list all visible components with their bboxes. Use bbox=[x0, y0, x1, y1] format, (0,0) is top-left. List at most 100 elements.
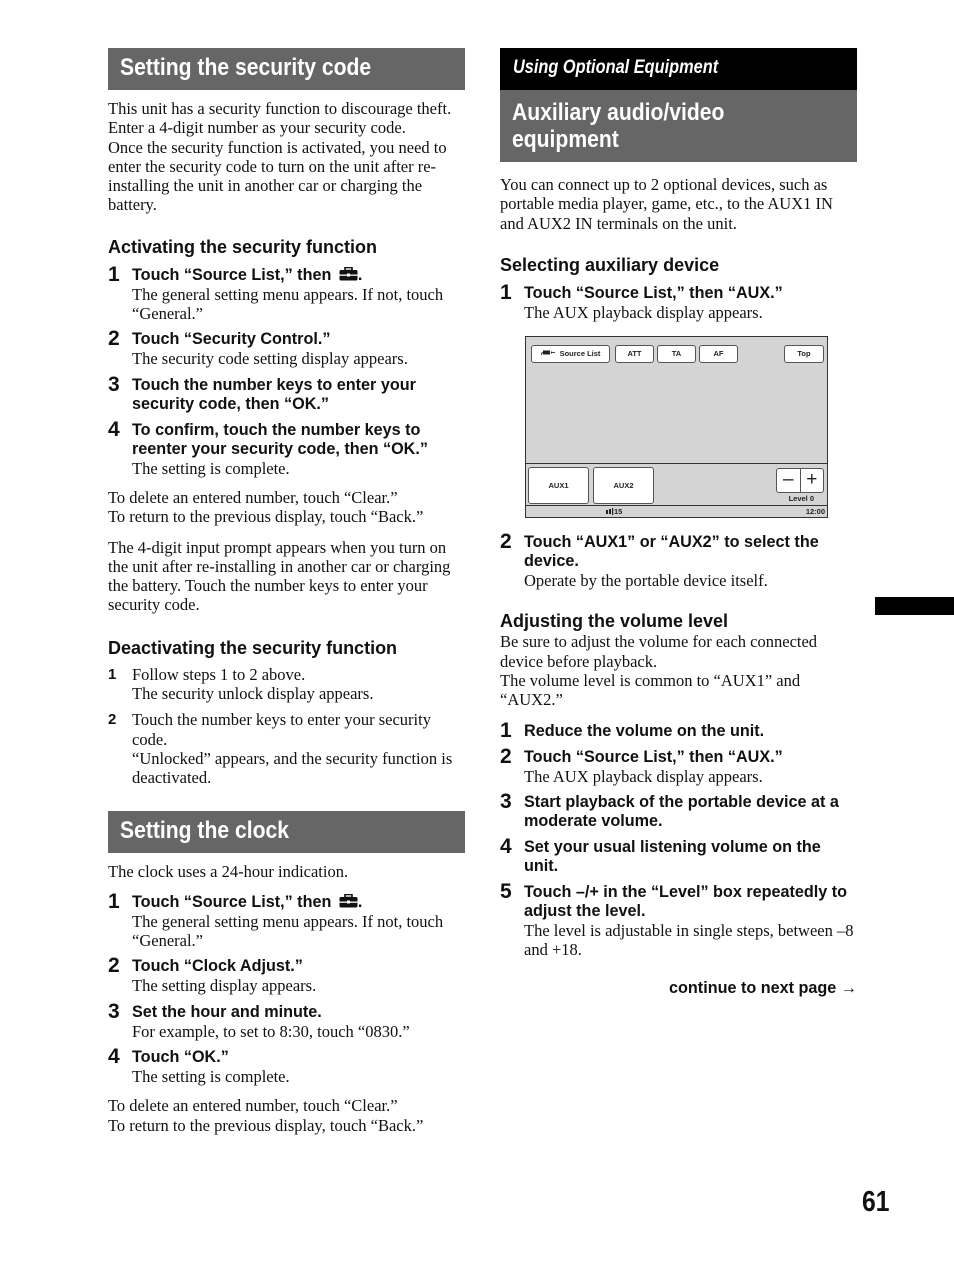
level-minus-button[interactable]: – bbox=[777, 469, 800, 492]
level-plus-button[interactable]: + bbox=[799, 469, 824, 493]
volume-indicator: 15 bbox=[606, 506, 622, 518]
activating-step-3: 3 Touch the number keys to enter your se… bbox=[108, 372, 465, 414]
step-number: 3 bbox=[108, 372, 120, 396]
af-button[interactable]: AF bbox=[699, 345, 738, 364]
step-title: Touch –/+ in the “Level” box repeatedly … bbox=[524, 882, 848, 920]
step-title: Touch “Clock Adjust.” bbox=[132, 957, 303, 976]
ta-button[interactable]: TA bbox=[657, 345, 696, 364]
continue-to-next-page: continue to next page → bbox=[669, 978, 857, 997]
deactivating-heading: Deactivating the security function bbox=[108, 637, 398, 658]
deactivating-step-2: 2 Touch the number keys to enter your se… bbox=[108, 710, 465, 787]
step-number: 1 bbox=[108, 262, 120, 286]
clock-intro: The clock uses a 24-hour indication. bbox=[108, 861, 349, 881]
step-desc: “Unlocked” appears, and the security fun… bbox=[132, 748, 453, 788]
activating-heading: Activating the security function bbox=[108, 236, 378, 257]
step-title: Touch the number keys to enter your secu… bbox=[132, 375, 416, 413]
security-note-clear: To delete an entered number, touch “Clea… bbox=[108, 487, 398, 507]
clock-readout: 12:00 bbox=[805, 507, 825, 517]
step-desc: The setting is complete. bbox=[132, 458, 290, 478]
toolbox-icon bbox=[339, 893, 358, 908]
source-list-icon bbox=[540, 346, 557, 362]
left-column: Setting the security code This unit has … bbox=[108, 48, 465, 1135]
clock-note-back: To return to the previous display, touch… bbox=[108, 1115, 424, 1135]
step-number: 2 bbox=[108, 711, 117, 729]
activating-step-1: 1 Touch “Source List,” then . The genera… bbox=[108, 262, 465, 324]
step-title-text: Touch “Source List,” then bbox=[132, 892, 336, 911]
volume-step-3: 3 Start playback of the portable device … bbox=[500, 790, 857, 831]
step-title: Follow steps 1 to 2 above. bbox=[132, 664, 306, 684]
step-title-end: . bbox=[357, 265, 363, 284]
toolbox-icon bbox=[339, 266, 358, 281]
step-title: To confirm, touch the number keys to ree… bbox=[132, 420, 428, 458]
step-desc: The security unlock display appears. bbox=[132, 684, 374, 704]
aux-banner-line-2: equipment bbox=[512, 126, 619, 153]
selecting-step-2: 2 Touch “AUX1” or “AUX2” to select the d… bbox=[500, 530, 857, 591]
step-number: 1 bbox=[108, 665, 117, 683]
volume-step-2: 2 Touch “Source List,” then “AUX.” The A… bbox=[500, 745, 857, 786]
step-title: Touch “Security Control.” bbox=[132, 330, 331, 349]
activating-step-4: 4 To confirm, touch the number keys to r… bbox=[108, 418, 465, 478]
step-number: 3 bbox=[108, 999, 120, 1023]
step-number: 1 bbox=[500, 280, 512, 304]
chapter-banner: Using Optional Equipment bbox=[500, 48, 857, 90]
step-title: Touch “Source List,” then “AUX.” bbox=[524, 747, 783, 766]
step-desc: The level is adjustable in single steps,… bbox=[524, 920, 854, 960]
section-thumb-tab bbox=[875, 597, 954, 615]
selecting-heading: Selecting auxiliary device bbox=[500, 254, 720, 275]
step-title: Touch “Source List,” then . bbox=[132, 266, 465, 285]
step-number: 5 bbox=[500, 879, 512, 903]
step-title: Touch the number keys to enter your secu… bbox=[132, 710, 431, 749]
clock-section-banner: Setting the clock bbox=[108, 810, 465, 853]
aux2-button[interactable]: AUX2 bbox=[593, 467, 654, 505]
step-title-end: . bbox=[357, 892, 363, 911]
volume-value: 15 bbox=[614, 507, 623, 517]
volume-step-1: 1 Reduce the volume on the unit. bbox=[500, 718, 857, 742]
step-desc: The setting display appears. bbox=[132, 976, 317, 996]
volume-step-5: 5 Touch –/+ in the “Level” box repeatedl… bbox=[500, 879, 857, 960]
step-number: 4 bbox=[500, 834, 512, 858]
top-button[interactable]: Top bbox=[784, 345, 824, 364]
screen-divider bbox=[526, 463, 827, 465]
security-intro-1: This unit has a security function to dis… bbox=[108, 99, 452, 138]
step-title: Touch “Source List,” then “AUX.” bbox=[524, 283, 783, 302]
aux-playback-screen: Source List ATT TA AF Top AUX1 AUX2 – + … bbox=[525, 336, 828, 519]
status-bar: 15 12:00 bbox=[526, 506, 827, 517]
right-column: Using Optional Equipment Auxiliary audio… bbox=[500, 48, 857, 998]
step-desc: The AUX playback display appears. bbox=[524, 302, 763, 322]
step-title: Touch “OK.” bbox=[132, 1048, 229, 1067]
volume-step-4: 4 Set your usual listening volume on the… bbox=[500, 834, 857, 876]
att-button[interactable]: ATT bbox=[615, 345, 654, 364]
step-desc: The general setting menu appears. If not… bbox=[132, 284, 444, 324]
volume-intro-1: Be sure to adjust the volume for each co… bbox=[500, 632, 818, 671]
level-box: – + bbox=[776, 468, 824, 494]
step-desc: Operate by the portable device itself. bbox=[524, 571, 768, 591]
speaker-icon bbox=[606, 507, 614, 518]
chapter-title: Using Optional Equipment bbox=[513, 57, 719, 78]
step-desc: For example, to set to 8:30, touch “0830… bbox=[132, 1021, 410, 1041]
step-number: 2 bbox=[108, 954, 120, 978]
step-number: 2 bbox=[500, 530, 512, 554]
clock-banner-text: Setting the clock bbox=[120, 816, 290, 844]
source-list-button[interactable]: Source List bbox=[531, 345, 610, 364]
step-number: 1 bbox=[500, 718, 512, 742]
deactivating-step-1: 1 Follow steps 1 to 2 above. The securit… bbox=[108, 665, 465, 704]
security-banner-text: Setting the security code bbox=[120, 54, 372, 81]
selecting-step-1: 1 Touch “Source List,” then “AUX.” The A… bbox=[500, 280, 857, 322]
security-prompt-note: The 4-digit input prompt appears when yo… bbox=[108, 537, 451, 615]
aux1-button[interactable]: AUX1 bbox=[528, 467, 589, 505]
clock-step-2: 2 Touch “Clock Adjust.” The setting disp… bbox=[108, 954, 465, 996]
step-number: 2 bbox=[108, 327, 120, 351]
volume-heading: Adjusting the volume level bbox=[500, 611, 729, 632]
step-title: Touch “AUX1” or “AUX2” to select the dev… bbox=[524, 533, 819, 571]
step-title: Start playback of the portable device at… bbox=[524, 792, 839, 830]
clock-step-4: 4 Touch “OK.” The setting is complete. bbox=[108, 1045, 465, 1086]
activating-step-2: 2 Touch “Security Control.” The security… bbox=[108, 327, 465, 368]
step-number: 1 bbox=[108, 889, 120, 913]
step-title: Set the hour and minute. bbox=[132, 1002, 322, 1021]
security-note-back: To return to the previous display, touch… bbox=[108, 507, 424, 527]
aux-section-banner: Auxiliary audio/video equipment bbox=[500, 90, 857, 162]
step-title: Touch “Source List,” then . bbox=[132, 893, 465, 912]
level-label: Level 0 bbox=[788, 494, 814, 504]
volume-intro-2: The volume level is common to “AUX1” and… bbox=[500, 671, 801, 710]
clock-step-1: 1 Touch “Source List,” then . The genera… bbox=[108, 889, 465, 951]
